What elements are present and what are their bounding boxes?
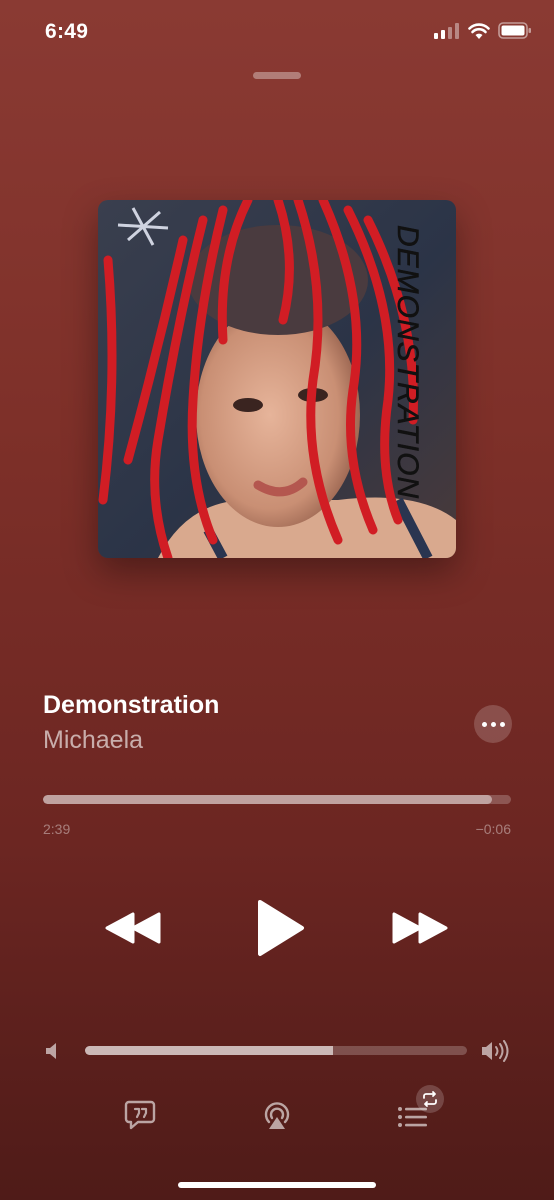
ellipsis-icon <box>481 721 487 727</box>
wifi-icon <box>468 23 490 39</box>
playback-scrubber[interactable] <box>43 795 511 804</box>
status-time: 6:49 <box>45 20 89 43</box>
play-button[interactable] <box>252 898 306 958</box>
sheet-grabber[interactable] <box>253 72 301 79</box>
airplay-button[interactable] <box>261 1098 293 1135</box>
fast-forward-icon <box>392 912 448 944</box>
artwork-title-text: DEMONSTRATION <box>391 225 424 499</box>
repeat-indicator[interactable] <box>416 1085 444 1113</box>
cellular-signal-icon <box>434 22 459 39</box>
volume-low-icon <box>46 1043 56 1059</box>
volume-slider[interactable] <box>85 1046 467 1055</box>
elapsed-time: 2:39 <box>43 821 71 837</box>
track-title: Demonstration <box>43 691 220 719</box>
more-options-button[interactable] <box>474 705 512 743</box>
rewind-icon <box>105 912 161 944</box>
remaining-time: −0:06 <box>475 821 511 837</box>
rewind-button[interactable] <box>103 898 163 958</box>
battery-icon <box>498 22 531 39</box>
airplay-icon <box>264 1102 290 1129</box>
playback-progress-fill <box>43 795 493 804</box>
volume-slider-fill <box>85 1046 334 1055</box>
lyrics-icon <box>124 1100 156 1130</box>
play-icon <box>258 900 304 956</box>
track-artist[interactable]: Michaela <box>43 726 143 755</box>
home-indicator[interactable] <box>178 1182 376 1188</box>
volume-high-icon <box>482 1040 509 1062</box>
album-artwork-image: DEMONSTRATION <box>98 200 456 558</box>
album-artwork[interactable]: DEMONSTRATION <box>98 200 456 558</box>
repeat-icon <box>423 1091 437 1107</box>
status-icons <box>434 22 532 39</box>
status-bar: 6:49 <box>0 0 554 64</box>
lyrics-button[interactable] <box>124 1098 156 1135</box>
fast-forward-button[interactable] <box>390 898 450 958</box>
